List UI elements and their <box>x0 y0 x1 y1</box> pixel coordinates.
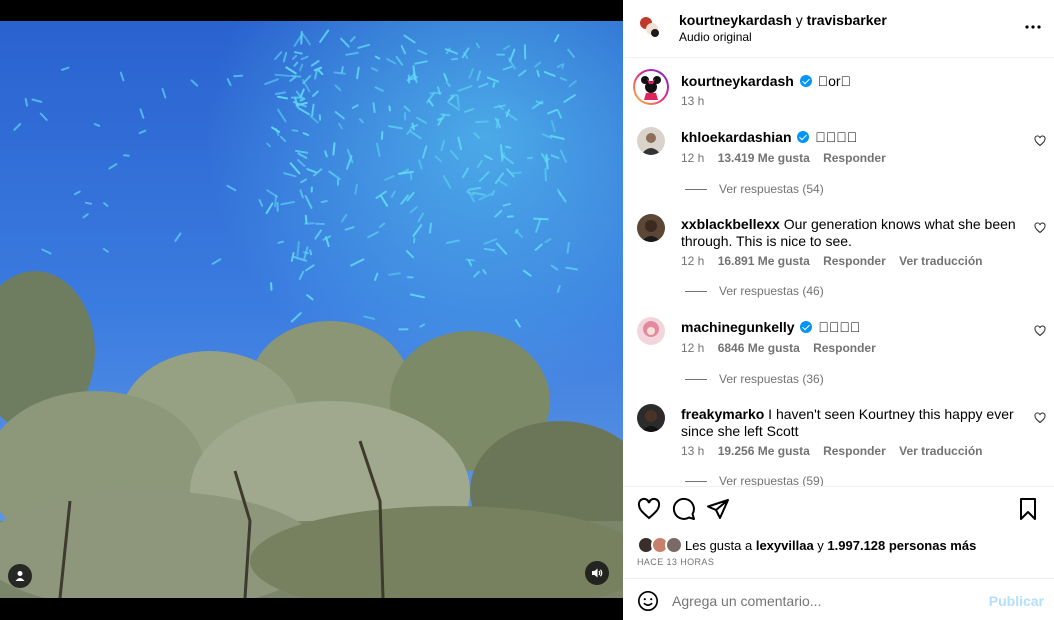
liker-avatars <box>637 536 685 554</box>
likes-conjunction: y <box>817 537 824 553</box>
commenter-avatar[interactable] <box>637 404 665 432</box>
caption: kourtneykardash  or  13 h <box>623 59 1054 119</box>
verified-badge-icon <box>797 131 810 143</box>
caption-time: 13 h <box>681 94 705 108</box>
comments-list[interactable]: kourtneykardash  or  13 h khloekardashia… <box>623 59 1054 486</box>
likes-prefix: Les gusta a <box>685 537 753 553</box>
commenter-avatar[interactable] <box>637 214 665 242</box>
comment-time: 12 h <box>681 341 705 355</box>
caption-username[interactable]: kourtneykardash <box>681 73 794 89</box>
minnie-avatar-image <box>637 73 665 101</box>
publish-button[interactable]: Publicar <box>989 593 1044 609</box>
comment-likes[interactable]: 6846 Me gusta <box>718 341 800 355</box>
emoji-icon[interactable] <box>637 590 659 612</box>
more-options-button[interactable] <box>1024 18 1042 36</box>
heart-icon[interactable] <box>1034 325 1046 337</box>
comment-likes[interactable]: 19.256 Me gusta <box>718 444 810 458</box>
comment-bubble-icon[interactable] <box>672 497 696 521</box>
comment-username[interactable]: khloekardashian <box>681 129 792 145</box>
likes-count-link[interactable]: 1.997.128 personas más <box>827 538 976 553</box>
liker-username[interactable]: lexyvillaa <box>756 538 814 553</box>
like-heart-icon[interactable] <box>637 497 661 521</box>
audio-label[interactable]: Audio original <box>679 30 752 44</box>
comment-time: 13 h <box>681 444 705 458</box>
comment-username[interactable]: freakymarko <box>681 406 764 422</box>
comment-text: freakymarko I haven't seen Kourtney this… <box>681 406 1021 440</box>
reply-button[interactable]: Responder <box>823 444 886 458</box>
view-replies-button[interactable]: Ver respuestas (36) <box>685 372 824 386</box>
more-icon <box>1025 25 1041 29</box>
comment-text: khloekardashian      <box>681 129 1021 146</box>
author-avatar[interactable] <box>637 14 665 42</box>
view-replies-button[interactable]: Ver respuestas (59) <box>685 474 824 486</box>
caption-text: kourtneykardash  or  <box>681 73 1021 90</box>
see-translation-button[interactable]: Ver traducción <box>899 254 982 268</box>
heart-icon[interactable] <box>1034 412 1046 424</box>
video-frame[interactable] <box>0 21 623 598</box>
comment-text: machinegunkelly      <box>681 319 1021 336</box>
tagged-users-button[interactable] <box>8 564 32 588</box>
comment-likes[interactable]: 16.891 Me gusta <box>718 254 810 268</box>
comment-time: 12 h <box>681 151 705 165</box>
heart-icon[interactable] <box>1034 222 1046 234</box>
comment-text: xxblackbellexx Our generation knows what… <box>681 216 1021 250</box>
post-side-panel: kourtneykardash y travisbarker Audio ori… <box>623 0 1054 620</box>
likes-summary: Les gusta a lexyvillaa y 1.997.128 perso… <box>637 536 976 554</box>
comment-time: 12 h <box>681 254 705 268</box>
add-comment-bar: Publicar <box>623 578 1054 620</box>
author-1-link[interactable]: kourtneykardash <box>679 12 792 28</box>
user-icon <box>15 571 25 581</box>
comment-likes[interactable]: 13.419 Me gusta <box>718 151 810 165</box>
sound-toggle-button[interactable] <box>585 561 609 585</box>
post-header: kourtneykardash y travisbarker Audio ori… <box>623 0 1054 58</box>
comment-username[interactable]: xxblackbellexx <box>681 216 780 232</box>
reply-button[interactable]: Responder <box>823 254 886 268</box>
verified-badge-icon <box>799 75 812 87</box>
post-actions: Les gusta a lexyvillaa y 1.997.128 perso… <box>623 486 1054 578</box>
caption-avatar[interactable] <box>633 69 669 105</box>
verified-badge-icon <box>800 321 813 333</box>
reply-button[interactable]: Responder <box>813 341 876 355</box>
comment-meta: 12 h 6846 Me gusta Responder <box>681 341 886 355</box>
author-separator: y <box>795 12 803 28</box>
speaker-icon <box>592 568 603 578</box>
comment-content:      <box>818 319 861 335</box>
caption-content:  or  <box>817 73 852 89</box>
reply-button[interactable]: Responder <box>823 151 886 165</box>
comment-username[interactable]: machinegunkelly <box>681 319 795 335</box>
commenter-avatar[interactable] <box>637 317 665 345</box>
share-send-icon[interactable] <box>706 497 730 521</box>
post-date[interactable]: HACE 13 HORAS <box>637 557 714 567</box>
post-authors: kourtneykardash y travisbarker <box>679 12 887 28</box>
comment-meta: 12 h 13.419 Me gusta Responder <box>681 151 896 165</box>
comment-meta: 13 h 19.256 Me gusta Responder Ver tradu… <box>681 444 993 458</box>
comment-meta: 12 h 16.891 Me gusta Responder Ver tradu… <box>681 254 993 268</box>
comment-content:      <box>815 129 858 145</box>
commenter-avatar[interactable] <box>637 127 665 155</box>
comment-input[interactable] <box>672 593 972 609</box>
author-2-link[interactable]: travisbarker <box>807 12 887 28</box>
heart-icon[interactable] <box>1034 135 1046 147</box>
bookmark-icon[interactable] <box>1016 497 1040 521</box>
view-replies-button[interactable]: Ver respuestas (46) <box>685 284 824 298</box>
view-replies-button[interactable]: Ver respuestas (54) <box>685 182 824 196</box>
post-media[interactable] <box>0 0 623 620</box>
see-translation-button[interactable]: Ver traducción <box>899 444 982 458</box>
